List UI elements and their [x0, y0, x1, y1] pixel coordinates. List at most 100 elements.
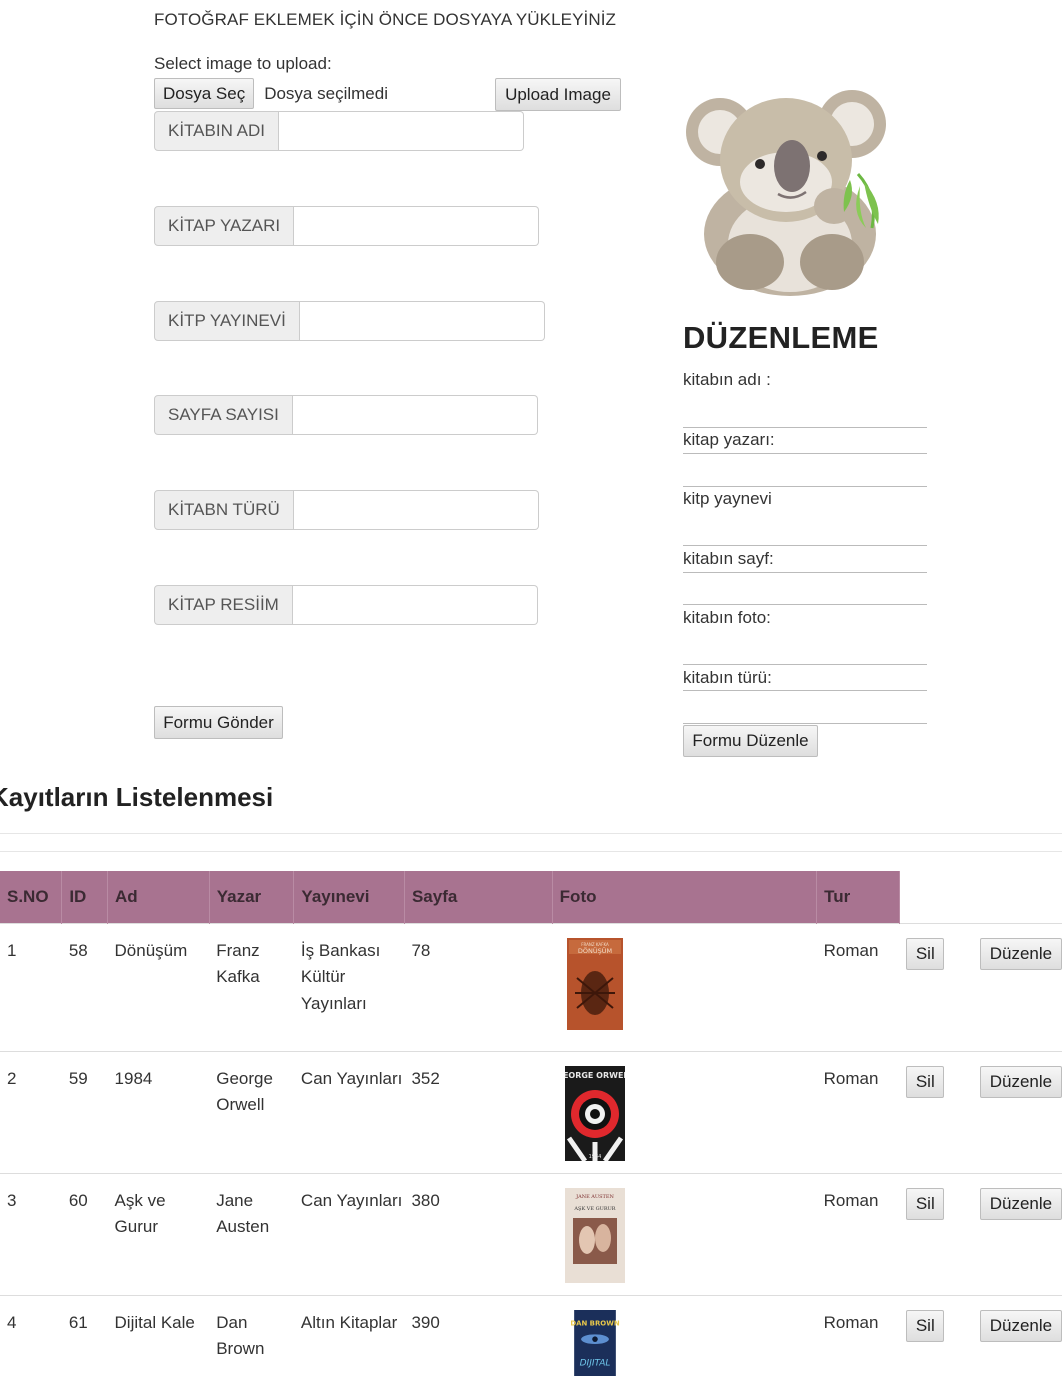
edit-pages-input[interactable]	[683, 574, 927, 605]
delete-button[interactable]: Sil	[906, 937, 945, 970]
edit-record-button[interactable]: Düzenle	[979, 1065, 1062, 1098]
column-header: Yayınevi	[293, 871, 405, 923]
edit-author-input[interactable]	[683, 456, 927, 487]
edit-record-button[interactable]: Düzenle	[979, 1309, 1062, 1342]
cover-author: DAN BROWN	[571, 1319, 621, 1327]
cell-edit: Düzenle	[972, 1050, 1062, 1173]
image-label: KİTAP RESİİM	[154, 585, 293, 625]
book-cover-image: JANE AUSTEN AŞK VE GURUR	[565, 1187, 626, 1283]
cell-yayinevi: Can Yayınları	[293, 1050, 405, 1173]
choose-file-button[interactable]: Dosya Seç	[154, 78, 255, 109]
cell-sno: 1	[0, 922, 62, 1051]
cell-foto: JANE AUSTEN AŞK VE GURUR	[552, 1172, 817, 1295]
divider	[0, 833, 1062, 834]
cell-id: 60	[61, 1172, 108, 1295]
edit-divider	[683, 453, 927, 454]
form-group-genre: KİTABN TÜRÜ	[154, 490, 539, 532]
edit-book-name-input[interactable]	[683, 397, 927, 428]
author-label: KİTAP YAZARI	[154, 206, 295, 246]
edit-label-photo: kitabın foto:	[683, 608, 771, 627]
column-header-blank	[899, 871, 973, 923]
book-cover-image: FRANZ KAFKA DÖNÜŞÜM	[567, 937, 624, 1030]
table-row: 3 60 Aşk ve Gurur Jane Austen Can Yayınl…	[0, 1172, 1062, 1295]
cell-sayfa: 78	[404, 922, 553, 1051]
cell-yazar: George Orwell	[209, 1050, 294, 1173]
submit-form-button[interactable]: Formu Gönder	[154, 706, 283, 739]
table-row: 4 61 Dijital Kale Dan Brown Altın Kitapl…	[0, 1294, 1062, 1377]
column-header: ID	[61, 871, 109, 923]
cell-sayfa: 390	[404, 1294, 553, 1377]
cover-author: GEORGE ORWELL	[565, 1071, 625, 1080]
edit-publisher-input[interactable]	[683, 515, 927, 546]
form-group-page-count: SAYFA SAYISI	[154, 395, 538, 437]
cell-edit: Düzenle	[972, 1294, 1062, 1377]
cell-yayinevi: İş Bankası Kültür Yayınları	[293, 922, 405, 1051]
publisher-input[interactable]	[299, 301, 545, 341]
cell-edit: Düzenle	[972, 922, 1062, 1051]
cell-delete: Sil	[899, 922, 973, 1051]
cover-author: JANE AUSTEN	[575, 1194, 614, 1200]
table-row: 1 58 Dönüşüm Franz Kafka İş Bankası Kült…	[0, 922, 1062, 1051]
cell-ad: Aşk ve Gurur	[107, 1172, 210, 1295]
cell-tur: Roman	[816, 1294, 900, 1377]
genre-label: KİTABN TÜRÜ	[154, 490, 294, 530]
cell-yayinevi: Altın Kitaplar	[293, 1294, 405, 1377]
delete-button[interactable]: Sil	[906, 1065, 945, 1098]
file-picker[interactable]: Dosya Seç Dosya seçilmedi	[154, 78, 494, 109]
edit-genre-input[interactable]	[683, 693, 927, 724]
upload-image-button[interactable]: Upload Image	[495, 78, 621, 111]
cell-foto: GEORGE ORWELL 1984	[552, 1050, 817, 1173]
column-header: Foto	[552, 871, 818, 923]
edit-label-publisher: kitp yaynevi	[683, 489, 772, 508]
column-header: Sayfa	[404, 871, 553, 923]
edit-record-button[interactable]: Düzenle	[979, 937, 1062, 970]
cell-sayfa: 380	[404, 1172, 553, 1295]
edit-record-button[interactable]: Düzenle	[979, 1187, 1062, 1220]
edit-photo-input[interactable]	[683, 634, 927, 665]
form-group-publisher: KİTP YAYINEVİ	[154, 301, 545, 343]
cover-title: DÖNÜŞÜM	[578, 946, 612, 955]
cell-delete: Sil	[899, 1050, 973, 1173]
column-header-blank	[972, 871, 1062, 923]
edit-divider	[683, 572, 927, 573]
cell-delete: Sil	[899, 1172, 973, 1295]
cell-sayfa: 352	[404, 1050, 553, 1173]
delete-button[interactable]: Sil	[906, 1309, 945, 1342]
page-count-input[interactable]	[292, 395, 538, 435]
column-header: Tur	[816, 871, 900, 923]
cell-foto: DAN BROWN DIJITAL	[552, 1294, 817, 1377]
delete-button[interactable]: Sil	[906, 1187, 945, 1220]
edit-label-book-name: kitabın adı :	[683, 370, 771, 389]
edit-label-pages: kitabın sayf:	[683, 549, 774, 568]
table-header-row: S.NO ID Ad Yazar Yayınevi Sayfa Foto Tur	[0, 871, 1062, 923]
form-group-author: KİTAP YAZARI	[154, 206, 540, 248]
cell-id: 61	[61, 1294, 108, 1377]
edit-label-author: kitap yazarı:	[683, 430, 775, 449]
image-input[interactable]	[292, 585, 538, 625]
cover-title: AŞK VE GURUR	[574, 1206, 616, 1212]
cell-id: 59	[61, 1050, 108, 1173]
cell-delete: Sil	[899, 1294, 973, 1377]
file-status: Dosya seçilmedi	[264, 83, 388, 103]
genre-input[interactable]	[293, 490, 539, 530]
table-row: 2 59 1984 George Orwell Can Yayınları 35…	[0, 1050, 1062, 1173]
book-cover-image: GEORGE ORWELL 1984	[565, 1065, 626, 1161]
form-group-book-name: KİTABIN ADI	[154, 111, 524, 153]
records-table: S.NO ID Ad Yazar Yayınevi Sayfa Foto Tur…	[0, 871, 1062, 1377]
cover-title: DIJITAL	[580, 1358, 611, 1368]
koala-illustration	[686, 90, 886, 296]
cell-sno: 2	[0, 1050, 62, 1173]
cell-yazar: Franz Kafka	[209, 922, 294, 1051]
publisher-label: KİTP YAYINEVİ	[154, 301, 300, 341]
upload-instruction: FOTOĞRAF EKLEMEK İÇİN ÖNCE DOSYAYA YÜKLE…	[154, 10, 617, 29]
book-name-input[interactable]	[279, 111, 524, 151]
cell-tur: Roman	[816, 922, 900, 1051]
edit-label-genre: kitabın türü:	[683, 668, 772, 687]
cell-yayinevi: Can Yayınları	[293, 1172, 405, 1295]
edit-form-button[interactable]: Formu Düzenle	[683, 725, 818, 757]
cover-title: 1984	[589, 1154, 602, 1160]
book-name-label: KİTABIN ADI	[154, 111, 279, 151]
author-input[interactable]	[294, 206, 540, 246]
page-count-label: SAYFA SAYISI	[154, 395, 293, 435]
cell-ad: Dijital Kale	[107, 1294, 210, 1377]
